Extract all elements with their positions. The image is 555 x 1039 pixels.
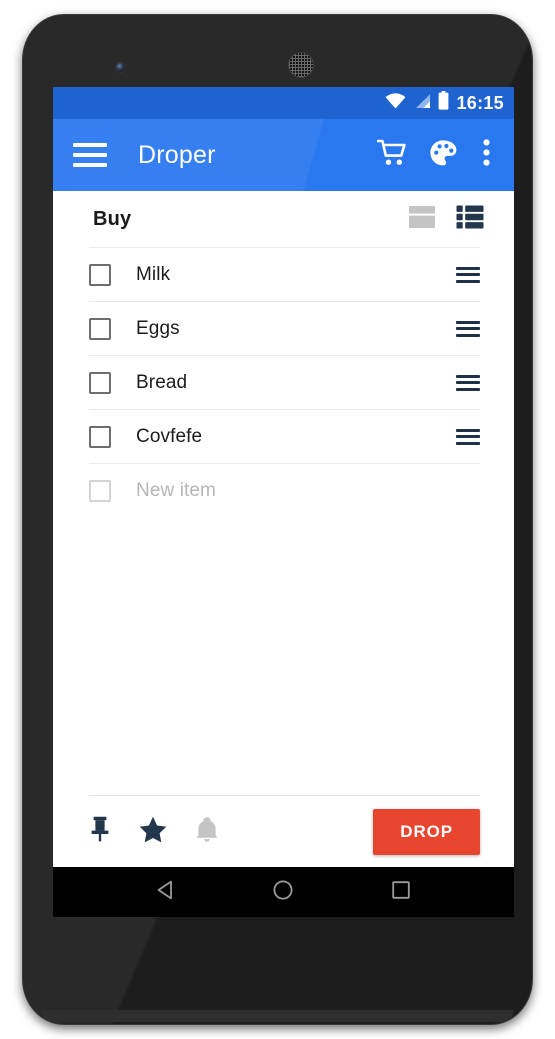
drag-line: [456, 327, 480, 330]
pushpin-icon[interactable]: [89, 816, 111, 847]
drag-line: [456, 279, 480, 283]
new-item-checkbox: [89, 479, 111, 502]
item-label: Bread: [136, 371, 188, 393]
drag-line: [456, 435, 480, 438]
card-view-icon[interactable]: [408, 204, 436, 235]
list-item[interactable]: Bread: [89, 355, 480, 409]
android-nav-bar: [53, 867, 514, 917]
wifi-icon: [385, 92, 406, 114]
drag-line: [456, 320, 480, 324]
app-title: Droper: [138, 140, 216, 169]
item-label: Milk: [136, 263, 171, 285]
drag-handle-icon[interactable]: [456, 266, 480, 283]
drag-line: [456, 441, 480, 445]
item-checkbox[interactable]: [89, 263, 111, 286]
drag-line: [456, 428, 480, 432]
drag-handle-icon[interactable]: [456, 428, 480, 445]
list-item[interactable]: Eggs: [89, 301, 480, 355]
phone-screen: 16:15 Droper Buy Milk Eggs Bread Covfefe…: [53, 87, 514, 917]
list-item[interactable]: Milk: [89, 247, 480, 301]
bottom-toolbar: DROP: [89, 795, 480, 867]
list-item[interactable]: Covfefe: [89, 409, 480, 463]
app-bar: Droper: [53, 119, 514, 191]
item-checkbox[interactable]: [89, 425, 111, 448]
item-checkbox[interactable]: [89, 371, 111, 394]
hamburger-line: [73, 153, 107, 157]
item-label: Covfefe: [136, 425, 203, 447]
recents-square-icon[interactable]: [389, 878, 413, 907]
hamburger-line: [73, 163, 107, 167]
item-checkbox[interactable]: [89, 317, 111, 340]
palette-icon[interactable]: [429, 139, 457, 172]
earpiece-speaker-icon: [288, 52, 314, 78]
item-label: Eggs: [136, 317, 180, 339]
shopping-cart-icon[interactable]: [376, 139, 407, 172]
main-content: Buy Milk Eggs Bread Covfefe New item DRO…: [53, 191, 514, 867]
star-icon[interactable]: [139, 816, 167, 848]
status-bar: 16:15: [53, 87, 514, 119]
phone-device-frame: 16:15 Droper Buy Milk Eggs Bread Covfefe…: [22, 14, 533, 1025]
drag-handle-icon[interactable]: [456, 374, 480, 391]
hamburger-menu-icon[interactable]: [73, 143, 107, 167]
drag-line: [456, 273, 480, 276]
back-triangle-icon[interactable]: [154, 878, 178, 907]
hamburger-line: [73, 143, 107, 147]
battery-full-icon: [438, 91, 449, 115]
front-camera-icon: [115, 62, 126, 73]
list-header: Buy: [53, 191, 514, 247]
bell-icon[interactable]: [195, 816, 219, 848]
drag-line: [456, 374, 480, 378]
new-item-row[interactable]: New item: [89, 463, 480, 517]
home-circle-icon[interactable]: [271, 878, 295, 907]
drag-line: [456, 333, 480, 337]
cellular-signal-icon: [413, 93, 431, 114]
drag-handle-icon[interactable]: [456, 320, 480, 337]
new-item-input[interactable]: New item: [136, 480, 480, 502]
drag-line: [456, 381, 480, 384]
phone-bottom-edge: [41, 1010, 514, 1022]
drop-button[interactable]: DROP: [373, 808, 480, 855]
page-title: Buy: [93, 207, 132, 230]
shopping-item-list: Milk Eggs Bread Covfefe New item: [53, 247, 514, 795]
status-bar-clock: 16:15: [456, 93, 504, 113]
list-view-icon[interactable]: [456, 204, 484, 235]
overflow-menu-icon[interactable]: [483, 139, 490, 171]
drag-line: [456, 387, 480, 391]
drag-line: [456, 266, 480, 270]
